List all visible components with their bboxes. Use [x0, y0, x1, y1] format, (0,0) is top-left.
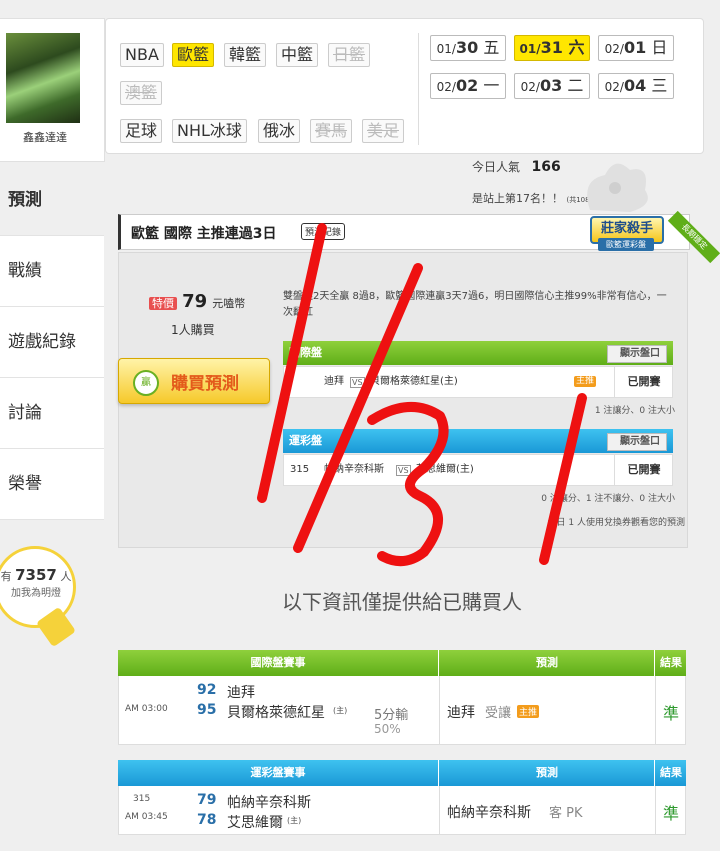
sport-note: 0 注讓分、1 注不讓分、0 注大小	[541, 494, 675, 504]
buyers-only-notice: 以下資訊僅提供給已購買人	[282, 590, 522, 614]
price: 特價 79 元嗑幣	[149, 291, 245, 312]
intl-note: 1 注讓分、0 注大小	[594, 406, 675, 416]
date-0202[interactable]: 02/02 一	[430, 73, 506, 99]
nav-item-record[interactable]: 戰績	[0, 236, 104, 307]
game-status: 已開賽	[614, 455, 673, 485]
league-euro-basketball[interactable]: 歐籃	[172, 43, 215, 67]
intl-header: 國際盤 顯示盤口	[283, 341, 673, 365]
result-hit: 準	[663, 804, 680, 823]
mascot-icon	[587, 163, 648, 212]
buyers-count: 1人購買	[171, 323, 215, 337]
league-russia-hockey[interactable]: 俄冰	[258, 119, 301, 143]
show-odds-button[interactable]: 顯示盤口	[607, 345, 667, 363]
nav-item-discuss[interactable]: 討論	[0, 378, 104, 449]
league-nhl[interactable]: NHL冰球	[172, 119, 247, 143]
divider	[655, 676, 656, 744]
date-0204[interactable]: 02/04 三	[598, 73, 674, 99]
sport-row: 315 帕納辛奈科斯 VS 艾思維爾(主) 已開賽	[283, 454, 673, 486]
killer-badge: 莊家殺手 歐籃運彩盤	[584, 212, 664, 252]
intl-row: 迪拜 VS 貝爾格萊德紅星(主) 主推 已開賽	[283, 366, 673, 398]
league-korea-basketball[interactable]: 韓籃	[224, 43, 267, 67]
win-icon: 贏	[133, 370, 159, 396]
nav-item-predict[interactable]: 預測	[0, 165, 104, 236]
discount-tag: 特價	[149, 297, 177, 310]
table-row: AM 03:00 92 迪拜 95 貝爾格萊德紅星 (主) 5分輸 50% 迪拜…	[118, 676, 686, 745]
date-0130[interactable]: 01/30 五	[430, 35, 506, 61]
intl-table-header: 國際盤賽事 預測 結果	[118, 650, 686, 676]
league-aus-basketball: 澳籃	[120, 81, 163, 105]
divider	[439, 676, 440, 744]
date-0131[interactable]: 01/31 六	[514, 35, 590, 61]
user-name[interactable]: 鑫鑫達達	[0, 129, 90, 145]
popularity: 今日人氣 166	[472, 159, 561, 175]
buy-prediction-button[interactable]: 贏 購買預測	[118, 358, 270, 404]
avatar-card[interactable]: 鑫鑫達達	[0, 18, 105, 162]
prediction-title: 歐籃 國際 主推連過3日	[131, 226, 277, 242]
table-row: 315 AM 03:45 79 帕納辛奈科斯 78 艾思維爾 (主) 帕納辛奈科…	[118, 786, 686, 835]
prediction-desc: 雙盤連2天全贏 8過8，歐籃國際連贏3天7過6，明日國際信心主推99%非常有信心…	[283, 291, 667, 318]
divider	[439, 786, 440, 834]
voucher-note: 今日 1 人使用兌換券觀看您的預測	[547, 518, 685, 528]
league-us-football: 美足	[362, 119, 405, 143]
follow-label[interactable]: 加我為明燈	[0, 584, 72, 599]
sport-header: 運彩盤 顯示盤口	[283, 429, 673, 453]
nav-item-honor[interactable]: 榮譽	[0, 449, 104, 520]
nav-item-game-log[interactable]: 遊戲紀錄	[0, 307, 104, 378]
host-badge: 主推	[574, 376, 597, 387]
sidebar: 鑫鑫達達 預測 戰績 遊戲紀錄 討論 榮譽 有 7357 人 加我為明燈	[0, 0, 105, 851]
buy-label: 購買預測	[171, 374, 239, 394]
league-soccer[interactable]: 足球	[120, 119, 163, 143]
follower-count: 有 7357 人	[0, 566, 72, 584]
badge-sub: 歐籃運彩盤	[598, 238, 654, 251]
show-odds-button[interactable]: 顯示盤口	[607, 433, 667, 451]
avatar[interactable]	[6, 33, 80, 123]
result-hit: 準	[663, 704, 680, 723]
date-0201[interactable]: 02/01 日	[598, 35, 674, 61]
league-horse: 賽馬	[310, 119, 353, 143]
league-china-basketball[interactable]: 中籃	[276, 43, 319, 67]
sport-table-header: 運彩盤賽事 預測 結果	[118, 760, 686, 786]
date-0203[interactable]: 02/03 二	[514, 73, 590, 99]
divider	[655, 786, 656, 834]
record-button[interactable]: 預測紀錄	[301, 223, 346, 240]
league-nba[interactable]: NBA	[120, 43, 164, 67]
filter-panel: NBA 歐籃 韓籃 中籃 日籃 澳籃 足球 NHL冰球 俄冰 賽馬 美足 01/…	[105, 18, 704, 154]
game-status: 已開賽	[614, 367, 673, 397]
league-japan-basketball: 日籃	[328, 43, 371, 67]
divider	[418, 33, 419, 145]
